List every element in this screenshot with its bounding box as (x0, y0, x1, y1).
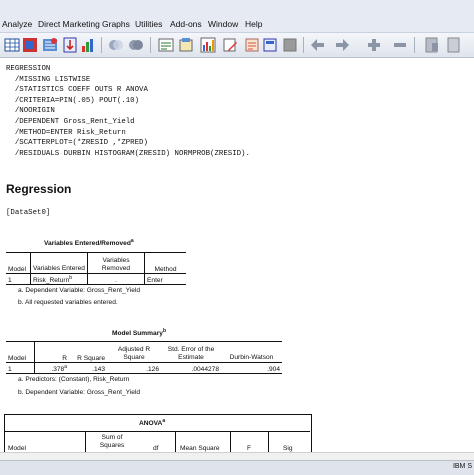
hide-icon[interactable] (446, 37, 462, 53)
model-summary-table[interactable]: Model R R Square Adjusted R Square Std. … (6, 341, 282, 374)
insert-variable-icon[interactable] (62, 37, 78, 53)
toolbar-separator (150, 37, 151, 53)
designate-window-icon[interactable] (262, 37, 278, 53)
syntax-line: /MISSING LISTWISE (6, 75, 91, 84)
footnote-marker: a (130, 238, 134, 244)
anova-header-mean-square: Mean Square (180, 445, 220, 452)
edit-output-icon[interactable] (222, 37, 238, 53)
anova-header-rule (4, 431, 310, 432)
syntax-line: /STATISTICS COEFF OUTS R ANOVA (6, 86, 148, 95)
footnote-marker: a (162, 418, 166, 424)
toolbar-separator (414, 37, 415, 53)
cell-adjusted-r-square: .126 (146, 366, 159, 373)
header-adjusted-r-square: Adjusted R Square (117, 346, 151, 361)
syntax-line: REGRESSION (6, 65, 51, 73)
menu-add-ons[interactable]: Add-ons (170, 19, 202, 29)
status-text: IBM S (452, 463, 472, 470)
cell-r: .378a (35, 363, 70, 374)
anova-header-model: Model (8, 445, 26, 452)
insert-case-icon[interactable] (42, 37, 58, 53)
menu-graphs[interactable]: Graphs (102, 19, 130, 29)
select-cases-icon[interactable] (128, 37, 144, 53)
forward-arrow-icon[interactable] (334, 37, 350, 53)
toolbar-separator (101, 37, 102, 53)
syntax-log: REGRESSION /MISSING LISTWISE /STATISTICS… (6, 64, 250, 159)
chart-builder-icon[interactable] (200, 37, 216, 53)
anova-header-sum-of-squares: Sum of Squares (99, 434, 125, 449)
footnote-marker: a (64, 363, 67, 370)
cell-method: Enter (147, 277, 163, 284)
header-model: Model (6, 252, 31, 274)
menu-direct-marketing[interactable]: Direct Marketing (38, 19, 100, 29)
vars-table-title[interactable]: Variables Entered/Removeda (44, 238, 134, 247)
anova-table-title-text: ANOVA (139, 420, 163, 428)
anova-table-title[interactable]: ANOVAa (139, 418, 165, 427)
toolbar-separator (303, 37, 304, 53)
status-bar: IBM S (0, 460, 474, 475)
syntax-line: /CRITERIA=PIN(.05) POUT(.10) (6, 96, 140, 105)
summary-table-title-text: Model Summary (112, 330, 163, 338)
cell-model: 1 (6, 273, 31, 285)
goto-case-icon[interactable] (22, 37, 38, 53)
vars-table[interactable]: Model Variables Entered Variables Remove… (6, 252, 186, 285)
cell-durbin-watson: .904 (267, 366, 280, 373)
output-viewer: REGRESSION /MISSING LISTWISE /STATISTICS… (0, 58, 474, 461)
expand-plus-icon[interactable] (366, 37, 382, 53)
footnote-marker: b (69, 274, 73, 281)
weight-cases-icon[interactable] (108, 37, 124, 53)
header-method: Method (154, 266, 177, 273)
collapse-minus-icon[interactable] (392, 37, 408, 53)
anova-header-sig: Sig (283, 445, 293, 452)
header-std-error: Std. Error of the Estimate (167, 346, 215, 361)
header-variables-removed: Variables Removed (87, 252, 145, 274)
value-labels-icon[interactable] (158, 37, 174, 53)
anova-header-df: df (153, 445, 159, 452)
stop-icon[interactable] (282, 37, 298, 53)
syntax-line: /DEPENDENT Gross_Rent_Yield (6, 117, 135, 126)
header-model: Model (6, 341, 35, 363)
menu-bar: Analyze Direct Marketing Graphs Utilitie… (0, 0, 474, 33)
footnote: a. Dependent Variable: Gross_Rent_Yield (18, 287, 141, 294)
cell-r-text: .378 (51, 366, 65, 373)
header-r-square: R Square (77, 355, 105, 362)
menu-window[interactable]: Window (208, 19, 238, 29)
vars-table-title-text: Variables Entered/Removed (44, 240, 131, 248)
syntax-line: /NOORIGIN (6, 107, 55, 116)
cell-entered: Risk_Returnb (30, 273, 88, 285)
anova-header-f: F (247, 445, 252, 452)
syntax-line: /RESIDUALS DURBIN HISTOGRAM(ZRESID) NORM… (6, 149, 250, 158)
footnote: b. All requested variables entered. (18, 299, 118, 306)
syntax-line: /SCATTERPLOT=(*ZRESID ,*ZPRED) (6, 139, 148, 148)
use-variable-sets-icon[interactable] (178, 37, 194, 53)
script-icon[interactable] (244, 37, 260, 53)
cell-std-error: .0044278 (191, 366, 219, 373)
menu-help[interactable]: Help (245, 19, 262, 29)
menu-utilities[interactable]: Utilities (135, 19, 162, 29)
footnote: b. Dependent Variable: Gross_Rent_Yield (18, 389, 141, 396)
show-icon[interactable] (424, 37, 440, 53)
back-arrow-icon[interactable] (310, 37, 326, 53)
footnote-marker: b (162, 328, 166, 334)
syntax-line: /METHOD=ENTER Risk_Return (6, 128, 126, 137)
cell-removed: . (87, 273, 145, 285)
toolbar (0, 33, 474, 58)
split-file-icon[interactable] (80, 37, 96, 53)
menu-analyze[interactable]: Analyze (2, 19, 32, 29)
header-variables-entered: Variables Entered (30, 252, 88, 274)
grid-icon[interactable] (4, 37, 20, 53)
section-heading[interactable]: Regression (6, 182, 71, 196)
cell-entered-text: Risk_Return (33, 277, 70, 284)
summary-table-title[interactable]: Model Summaryb (112, 328, 166, 337)
cell-model: 1 (6, 362, 35, 374)
header-durbin-watson: Durbin-Watson (229, 354, 274, 361)
footnote: a. Predictors: (Constant), Risk_Return (18, 376, 130, 383)
cell-r-square: .143 (92, 366, 105, 373)
header-r: R (62, 355, 67, 362)
dataset-label: [DataSet0] (6, 209, 51, 217)
